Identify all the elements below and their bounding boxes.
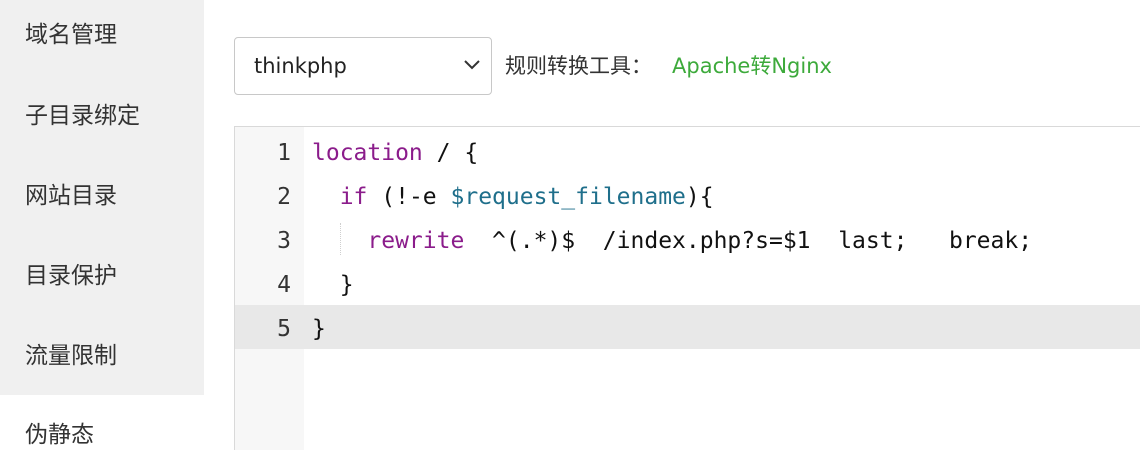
code-text: rewrite ^(.*)$ /index.php?s=$1 last; bre… [312, 217, 1032, 265]
sidebar-item-traffic-limit[interactable]: 流量限制 [0, 320, 204, 395]
chevron-down-icon [464, 60, 480, 70]
code-keyword: rewrite [367, 228, 465, 254]
sidebar-item-label: 流量限制 [25, 343, 117, 369]
sidebar-item-domain[interactable]: 域名管理 [0, 0, 204, 80]
sidebar-item-label: 域名管理 [25, 22, 117, 48]
code-rest: ^(.*)$ /index.php?s=$1 last; break; [464, 228, 1033, 254]
sidebar-item-dir-protection[interactable]: 目录保护 [0, 240, 204, 320]
sidebar-item-site-directory[interactable]: 网站目录 [0, 160, 204, 240]
sidebar-item-label: 网站目录 [25, 183, 117, 209]
code-keyword: if [339, 184, 368, 210]
code-text: if (!-e $request_filename){ [312, 173, 714, 221]
code-rest: } [312, 316, 326, 342]
line-number: 5 [277, 316, 291, 342]
line-number: 1 [277, 140, 291, 166]
template-select[interactable]: thinkphp [234, 37, 492, 95]
code-line: 1 location / { [235, 129, 1140, 173]
sidebar-item-label: 子目录绑定 [25, 103, 140, 129]
sidebar-item-rewrite[interactable]: 伪静态 [0, 395, 204, 451]
code-text: } [312, 305, 326, 353]
sidebar-item-subdir-binding[interactable]: 子目录绑定 [0, 80, 204, 160]
code-line-active: 5 } [235, 305, 1140, 349]
rule-tool-link[interactable]: Apache转Nginx [672, 37, 832, 95]
code-variable: $request_filename [450, 184, 686, 210]
code-mid: (!-e [367, 184, 451, 210]
code-rest: ){ [685, 184, 714, 210]
sidebar: 域名管理 子目录绑定 网站目录 目录保护 流量限制 伪静态 [0, 0, 204, 451]
code-line: 4 } [235, 261, 1140, 305]
code-keyword: location [312, 140, 423, 166]
code-rest: } [312, 272, 354, 298]
code-rest: / { [422, 140, 479, 166]
template-select-value: thinkphp [254, 54, 347, 78]
sidebar-item-label: 目录保护 [25, 263, 117, 289]
sidebar-item-label: 伪静态 [25, 422, 94, 448]
rule-tool-label: 规则转换工具： [505, 54, 652, 78]
code-line: 3 rewrite ^(.*)$ /index.php?s=$1 last; b… [235, 217, 1140, 261]
code-text: } [312, 261, 354, 309]
line-number: 4 [277, 272, 291, 298]
code-text: location / { [312, 129, 478, 177]
line-number: 3 [277, 228, 291, 254]
code-editor[interactable]: 1 location / { 2 if (!-e $request_filena… [234, 126, 1140, 450]
line-number: 2 [277, 184, 291, 210]
code-line: 2 if (!-e $request_filename){ [235, 173, 1140, 217]
